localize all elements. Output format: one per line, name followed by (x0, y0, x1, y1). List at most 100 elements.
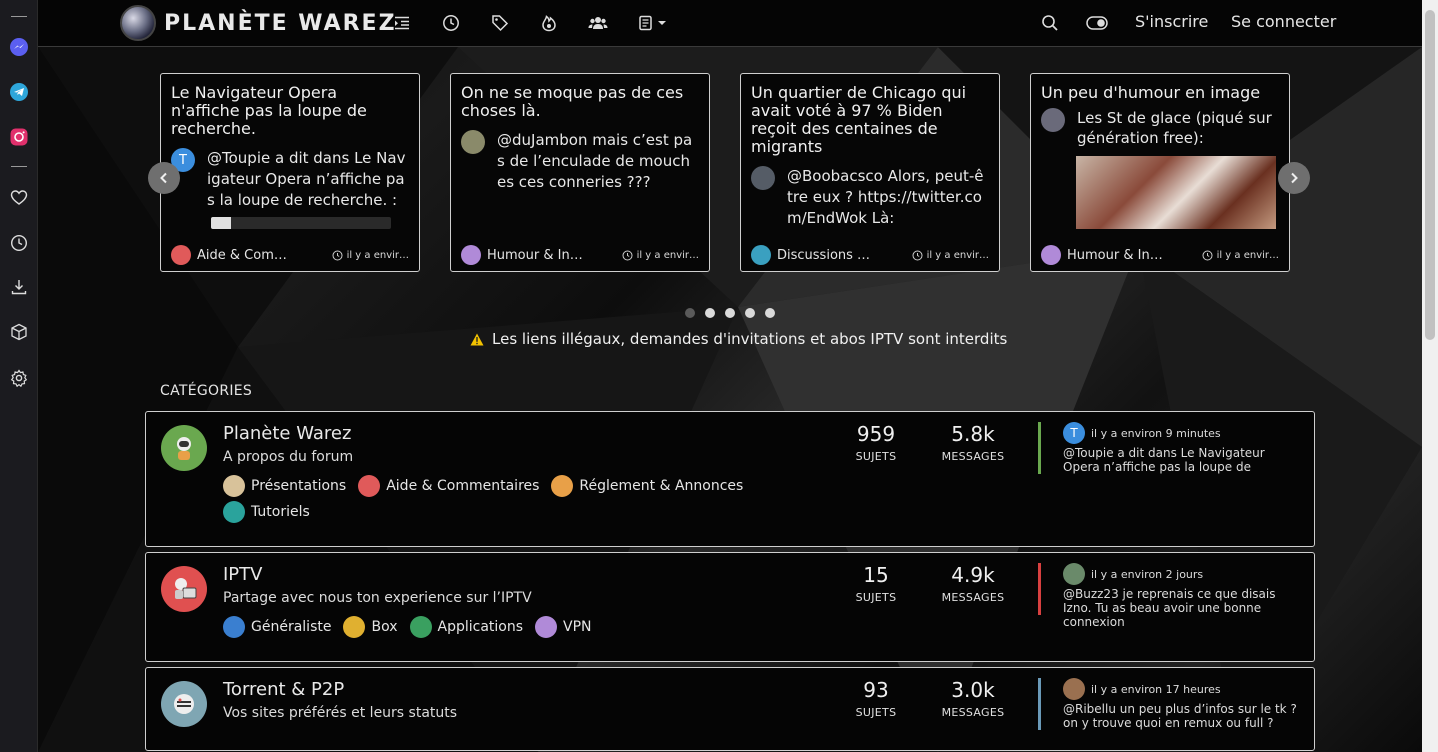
instagram-icon[interactable] (7, 125, 31, 149)
carousel-dot[interactable] (765, 308, 775, 318)
page-scrollbar[interactable] (1422, 0, 1438, 752)
login-link[interactable]: Se connecter (1231, 12, 1336, 31)
carousel-card-category[interactable]: Humour & In… (1067, 248, 1202, 263)
user-avatar[interactable] (461, 130, 485, 154)
carousel-next-button[interactable] (1278, 162, 1310, 194)
subcategory-label: VPN (563, 619, 592, 635)
messenger-icon[interactable] (7, 35, 31, 59)
topics-label: SUJETS (855, 706, 897, 719)
category-title[interactable]: IPTV (223, 564, 262, 585)
last-post[interactable]: il y a environ 17 heures @Ribellu un peu… (1038, 678, 1298, 730)
category-icon (1041, 245, 1061, 265)
topics-stat: 959 SUJETS (846, 422, 906, 463)
carousel-dot[interactable] (705, 308, 715, 318)
carousel-card[interactable]: Le Navigateur Opera n'affiche pas la lou… (160, 73, 420, 272)
theme-toggle-icon[interactable] (1084, 12, 1110, 34)
subcategory-link[interactable]: Réglement & Annonces (551, 475, 743, 497)
carousel-card-title[interactable]: On ne se moque pas de ces choses là. (461, 84, 699, 120)
carousel-card-title[interactable]: Un peu d'humour en image (1041, 84, 1279, 102)
category-title[interactable]: Torrent & P2P (223, 679, 344, 700)
subcategory-link[interactable]: Généraliste (223, 616, 331, 638)
tv-category-icon[interactable] (161, 566, 207, 612)
embedded-image[interactable] (1076, 156, 1276, 229)
history-icon (1202, 250, 1213, 260)
category-icon (461, 245, 481, 265)
carousel-card-title[interactable]: Le Navigateur Opera n'affiche pas la lou… (171, 84, 409, 138)
clock-icon[interactable] (7, 231, 31, 255)
carousel-card-title[interactable]: Un quartier de Chicago qui avait voté à … (751, 84, 989, 156)
subcategory-icon (223, 475, 245, 497)
planet-logo-icon (120, 5, 156, 41)
carousel-card-text: Les St de glace (piqué sur génération fr… (1077, 109, 1272, 147)
carousel-card-category[interactable]: Humour & In… (487, 248, 622, 263)
category-title[interactable]: Planète Warez (223, 423, 351, 444)
carousel-dot[interactable] (725, 308, 735, 318)
recent-nav-icon[interactable] (440, 12, 462, 34)
last-post-text[interactable]: @Ribellu un peu plus d’infos sur le tk ?… (1063, 702, 1298, 730)
carousel-card[interactable]: On ne se moque pas de ces choses là. @du… (450, 73, 710, 272)
history-icon (622, 250, 633, 260)
category-row: Planète Warez A propos du forum Présenta… (145, 411, 1315, 547)
sidebar-separator (11, 16, 27, 17)
carousel-card[interactable]: Un peu d'humour en image Les St de glace… (1030, 73, 1290, 272)
topics-stat: 93 SUJETS (846, 678, 906, 719)
posts-count: 3.0k (951, 678, 995, 702)
user-avatar[interactable] (1063, 678, 1085, 700)
history-icon (332, 250, 343, 260)
subcategory-link[interactable]: Box (343, 616, 398, 638)
subcategory-link[interactable]: Tutoriels (223, 501, 310, 523)
subcategory-link[interactable]: Applications (409, 616, 523, 638)
logo-text: PLANÈTE WAREZ (164, 10, 397, 36)
download-icon[interactable] (7, 275, 31, 299)
register-link[interactable]: S'inscrire (1135, 12, 1208, 31)
subcategory-link[interactable]: Présentations (223, 475, 346, 497)
scrollbar-thumb[interactable] (1425, 10, 1435, 340)
carousel-pagination (685, 308, 775, 318)
sidebar-separator (11, 166, 27, 167)
carousel-dot[interactable] (685, 308, 695, 318)
heart-icon[interactable] (7, 186, 31, 210)
last-post[interactable]: T il y a environ 9 minutes @Toupie a dit… (1038, 422, 1298, 474)
carousel-card[interactable]: Un quartier de Chicago qui avait voté à … (740, 73, 1000, 272)
user-avatar[interactable] (1063, 563, 1085, 585)
last-post[interactable]: il y a environ 2 jours @Buzz23 je repren… (1038, 563, 1298, 629)
categories-nav-icon[interactable] (391, 12, 413, 34)
user-avatar[interactable] (751, 166, 775, 190)
site-logo[interactable]: PLANÈTE WAREZ (120, 5, 397, 41)
carousel-dot[interactable] (745, 308, 755, 318)
torrent-category-icon[interactable] (161, 681, 207, 727)
posts-stat: 4.9k MESSAGES (938, 563, 1008, 604)
carousel-card-category[interactable]: Discussions … (777, 248, 912, 263)
avatar-letter: T (179, 152, 187, 168)
topics-label: SUJETS (855, 591, 897, 604)
popular-fire-icon[interactable] (538, 12, 560, 34)
cube-icon[interactable] (7, 320, 31, 344)
gear-icon[interactable] (7, 366, 31, 390)
subcategory-icon (551, 475, 574, 497)
history-icon (912, 250, 923, 260)
subcategory-link[interactable]: VPN (535, 616, 592, 638)
last-post-text[interactable]: @Toupie a dit dans Le Navigateur Opera n… (1063, 446, 1298, 474)
chevron-left-icon (160, 172, 167, 184)
user-avatar[interactable]: T (1063, 422, 1085, 444)
topics-stat: 15 SUJETS (846, 563, 906, 604)
users-nav-icon[interactable] (587, 12, 609, 34)
category-description: Partage avec nous ton experience sur l’I… (223, 590, 532, 606)
astronaut-category-icon[interactable] (161, 425, 207, 471)
category-description: A propos du forum (223, 449, 354, 465)
telegram-icon[interactable] (7, 80, 31, 104)
topics-label: SUJETS (855, 450, 897, 463)
carousel-card-time: il y a envir… (636, 249, 699, 261)
top-navbar: PLANÈTE WAREZ S'inscrire Se connecter (38, 0, 1422, 47)
warning-icon (470, 333, 484, 345)
search-icon[interactable] (1039, 12, 1061, 34)
last-post-text[interactable]: @Buzz23 je reprenais ce que disais Izno.… (1063, 587, 1298, 629)
user-avatar[interactable] (1041, 108, 1065, 132)
carousel-card-category[interactable]: Aide & Com… (197, 248, 332, 263)
subcategory-icon (358, 475, 381, 497)
left-sidebar (0, 0, 38, 752)
subcategory-link[interactable]: Aide & Commentaires (358, 475, 539, 497)
more-dropdown-icon[interactable] (636, 12, 672, 34)
carousel-prev-button[interactable] (148, 162, 180, 194)
tags-nav-icon[interactable] (489, 12, 511, 34)
